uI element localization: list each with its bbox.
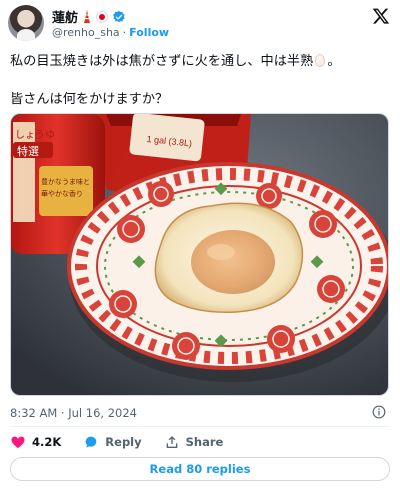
read-replies-button[interactable]: Read 80 replies xyxy=(10,457,390,481)
fried-egg-photo: 1 gal (3.8L) しょうゆ 特選 豊かなうま味と 華やかな香り xyxy=(11,114,388,395)
sauce-label-1: しょうゆ xyxy=(15,129,55,141)
heart-icon xyxy=(11,436,25,448)
author-display-name[interactable]: 蓮舫 xyxy=(52,7,78,26)
share-label: Share xyxy=(185,435,224,449)
share-button[interactable]: Share xyxy=(164,434,224,450)
tweet-line-1: 私の目玉焼きは外は焦がさずに火を通し、中は半熟。 xyxy=(10,52,390,72)
tweet-line-2: 皆さんは何をかけますか？ xyxy=(10,92,169,107)
tweet-line-1-text: 私の目玉焼きは外は焦がさずに火を通し、中は半熟 xyxy=(10,54,314,69)
tweet-line-1-end: 。 xyxy=(327,54,341,69)
japan-flag-icon xyxy=(97,11,108,22)
tweet-header: 蓮舫 @renho_sha · Follow xyxy=(8,5,392,45)
author-handle-row: @renho_sha · Follow xyxy=(52,26,169,39)
tweet-timestamp[interactable]: 8:32 AM · Jul 16, 2024 xyxy=(10,406,137,420)
info-icon[interactable] xyxy=(372,405,386,419)
tweet-actions: 4.2K Reply Share xyxy=(10,432,245,452)
author-handle[interactable]: @renho_sha xyxy=(52,26,120,39)
author-name-row: 蓮舫 xyxy=(52,7,126,26)
sauce-small-text-1: 豊かなうま味と xyxy=(41,177,90,186)
egg-emoji-icon xyxy=(315,54,326,67)
tokyo-tower-icon xyxy=(84,9,91,23)
divider xyxy=(10,426,390,427)
sauce-small-text-2: 華やかな香り xyxy=(41,189,83,198)
tweet-photo[interactable]: 1 gal (3.8L) しょうゆ 特選 豊かなうま味と 華やかな香り xyxy=(10,113,389,396)
verified-badge-icon xyxy=(112,10,125,22)
tweet-text: 私の目玉焼きは外は焦がさずに火を通し、中は半熟。 皆さんは何をかけますか？ xyxy=(10,52,390,110)
sauce-label-2: 特選 xyxy=(17,144,39,158)
separator-dot: · xyxy=(122,26,127,39)
follow-button[interactable]: Follow xyxy=(129,26,169,39)
reply-label: Reply xyxy=(105,435,142,449)
reply-button[interactable]: Reply xyxy=(83,434,142,450)
like-button[interactable]: 4.2K xyxy=(10,434,61,450)
avatar[interactable] xyxy=(8,5,44,41)
reply-bubble-icon xyxy=(85,436,97,448)
x-logo-icon[interactable] xyxy=(372,7,390,25)
share-icon xyxy=(166,436,177,448)
like-count: 4.2K xyxy=(32,435,62,449)
